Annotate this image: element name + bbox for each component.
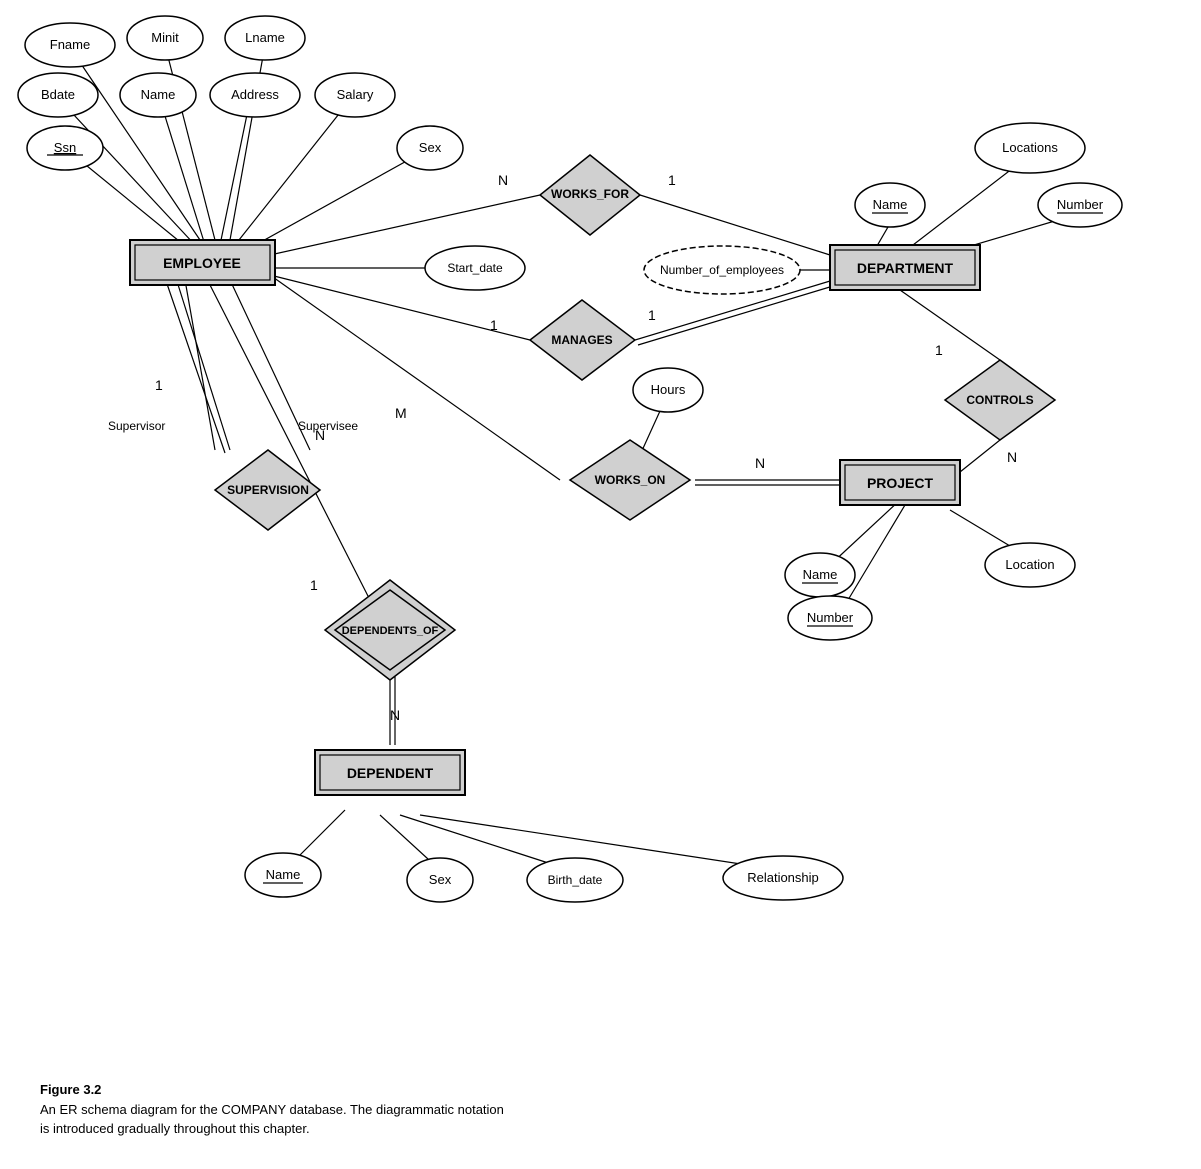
supervisee-label: Supervisee xyxy=(298,419,358,433)
figure-caption-title: Figure 3.2 xyxy=(40,1080,1201,1100)
employee-label: EMPLOYEE xyxy=(163,255,241,271)
works-for-label: WORKS_FOR xyxy=(551,187,629,201)
ssn-attr: Ssn xyxy=(54,140,76,155)
one-dependents-emp: 1 xyxy=(310,577,318,593)
birth-date-attr: Birth_date xyxy=(548,873,603,887)
n-works-on-proj: N xyxy=(755,455,765,471)
works-on-label: WORKS_ON xyxy=(595,473,666,487)
n-works-for-emp: N xyxy=(498,172,508,188)
fname-attr: Fname xyxy=(50,37,90,52)
figure-caption-text2: is introduced gradually throughout this … xyxy=(40,1119,1201,1139)
minit-attr: Minit xyxy=(151,30,179,45)
n-dependents-dep: N xyxy=(390,707,400,723)
emp-name-attr: Name xyxy=(141,87,176,102)
proj-name-attr: Name xyxy=(803,567,838,582)
one-controls-dept: 1 xyxy=(935,342,943,358)
n-controls-proj: N xyxy=(1007,449,1017,465)
dept-name-attr: Name xyxy=(873,197,908,212)
project-label: PROJECT xyxy=(867,475,934,491)
locations-attr: Locations xyxy=(1002,140,1058,155)
dept-number-attr: Number xyxy=(1057,197,1104,212)
one-works-for-dept: 1 xyxy=(668,172,676,188)
m-works-on-emp: M xyxy=(395,405,407,421)
dependent-label: DEPENDENT xyxy=(347,765,434,781)
relationship-attr: Relationship xyxy=(747,870,819,885)
one-manages-dept: 1 xyxy=(648,307,656,323)
bdate-attr: Bdate xyxy=(41,87,75,102)
one-manages-emp: 1 xyxy=(490,317,498,333)
emp-sex-attr: Sex xyxy=(419,140,442,155)
salary-attr: Salary xyxy=(337,87,374,102)
er-diagram: EMPLOYEE DEPARTMENT PROJECT DEPENDENT WO… xyxy=(0,0,1201,1080)
start-date-attr: Start_date xyxy=(447,261,503,275)
figure-caption-text1: An ER schema diagram for the COMPANY dat… xyxy=(40,1100,1201,1120)
proj-location-attr: Location xyxy=(1005,557,1054,572)
dependents-of-label: DEPENDENTS_OF xyxy=(342,625,439,637)
proj-number-attr: Number xyxy=(807,610,854,625)
department-label: DEPARTMENT xyxy=(857,260,954,276)
supervisor-label: Supervisor xyxy=(108,419,165,433)
one-supervision-sup: 1 xyxy=(155,377,163,393)
manages-label: MANAGES xyxy=(551,333,612,347)
dep-name-attr: Name xyxy=(266,867,301,882)
num-employees-attr: Number_of_employees xyxy=(660,263,784,277)
controls-label: CONTROLS xyxy=(966,393,1033,407)
lname-attr: Lname xyxy=(245,30,285,45)
hours-attr: Hours xyxy=(651,382,686,397)
dep-sex-attr: Sex xyxy=(429,872,452,887)
address-attr: Address xyxy=(231,87,279,102)
supervision-label: SUPERVISION xyxy=(227,483,309,497)
